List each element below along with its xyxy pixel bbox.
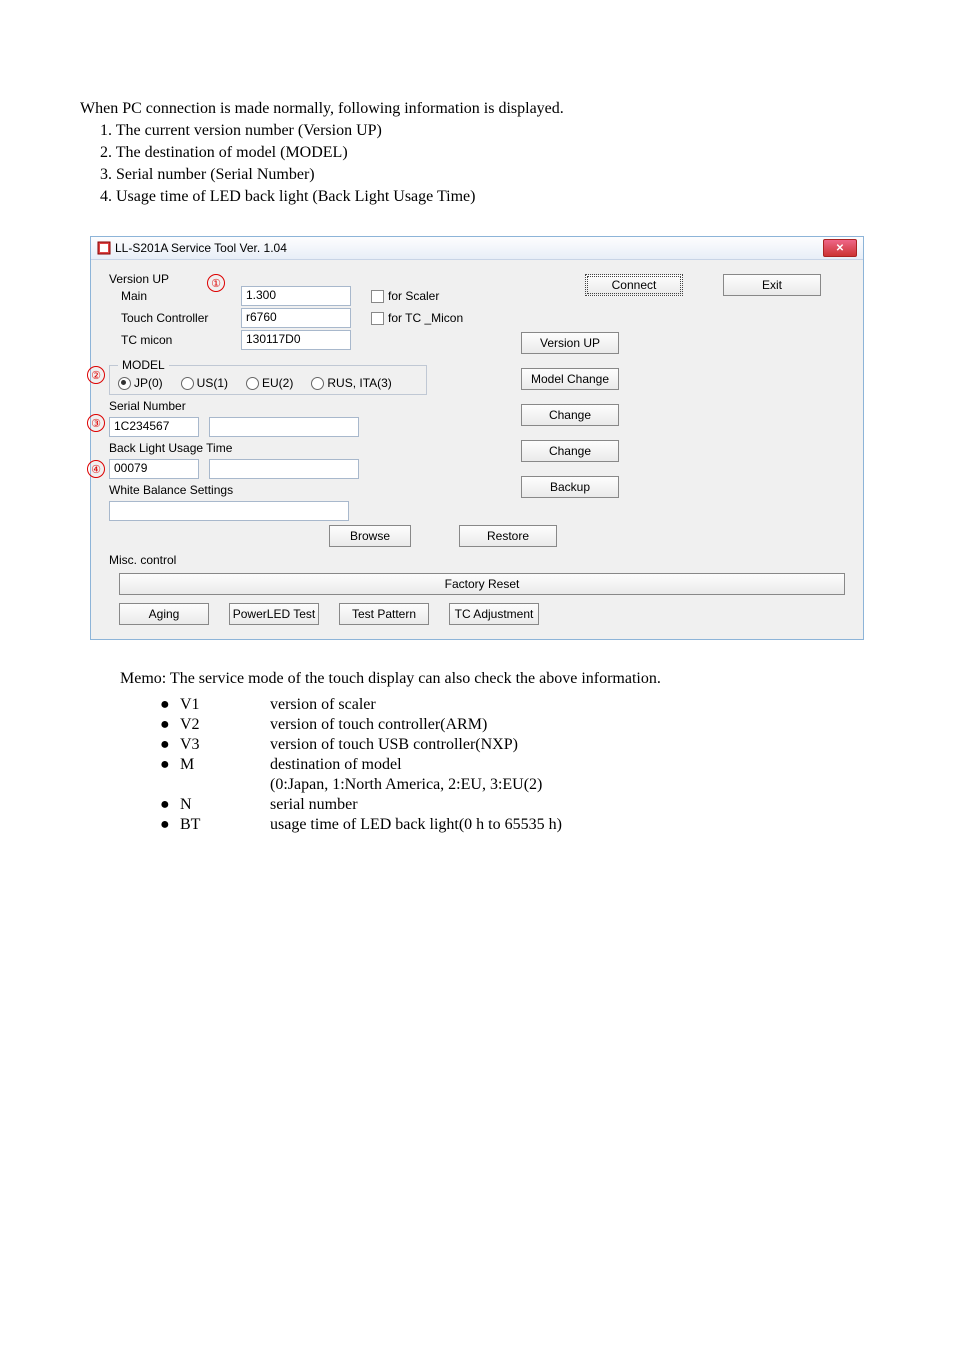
for-tc-micon-label: for TC _Micon xyxy=(388,311,463,325)
tc-micon-field: 130117D0 xyxy=(241,330,351,350)
main-version-field: 1.300 xyxy=(241,286,351,306)
list-item-2: 2. The destination of model (MODEL) xyxy=(100,144,894,162)
annotation-3: ③ xyxy=(87,414,105,432)
def-key-v3: V3 xyxy=(180,736,270,754)
model-jp-label: JP(0) xyxy=(134,376,163,390)
white-balance-label: White Balance Settings xyxy=(109,483,845,497)
def-key-m: M xyxy=(180,756,270,774)
blut-value: 00079 xyxy=(109,459,199,479)
def-key-v1: V1 xyxy=(180,696,270,714)
bullet-icon: ● xyxy=(160,716,180,734)
test-pattern-button[interactable]: Test Pattern xyxy=(339,603,429,625)
def-desc-v3: version of touch USB controller(NXP) xyxy=(270,736,894,754)
serial-number-input[interactable] xyxy=(209,417,359,437)
serial-change-button[interactable]: Change xyxy=(521,404,619,426)
blut-change-button[interactable]: Change xyxy=(521,440,619,462)
blut-label: Back Light Usage Time xyxy=(109,441,845,455)
def-desc-v2: version of touch controller(ARM) xyxy=(270,716,894,734)
for-scaler-label: for Scaler xyxy=(388,289,439,303)
bullet-icon: ● xyxy=(160,796,180,814)
def-desc-m: destination of model xyxy=(270,756,894,774)
tc-micon-label: TC micon xyxy=(109,333,241,347)
tc-adjustment-button[interactable]: TC Adjustment xyxy=(449,603,539,625)
for-tc-micon-checkbox[interactable] xyxy=(371,312,384,325)
bullet-icon: ● xyxy=(160,816,180,834)
def-desc-v1: version of scaler xyxy=(270,696,894,714)
def-desc-m2: (0:Japan, 1:North America, 2:EU, 3:EU(2) xyxy=(270,776,894,794)
model-eu-label: EU(2) xyxy=(262,376,293,390)
factory-reset-button[interactable]: Factory Reset xyxy=(119,573,845,595)
model-legend: MODEL xyxy=(118,358,169,372)
serial-number-value: 1C234567 xyxy=(109,417,199,437)
list-item-3: 3. Serial number (Serial Number) xyxy=(100,166,894,184)
aging-button[interactable]: Aging xyxy=(119,603,209,625)
model-rus-label: RUS, ITA(3) xyxy=(327,376,391,390)
restore-button[interactable]: Restore xyxy=(459,525,557,547)
def-key-v2: V2 xyxy=(180,716,270,734)
model-eu-radio[interactable]: EU(2) xyxy=(246,376,293,390)
bullet-icon: ● xyxy=(160,756,180,774)
memo-text: Memo: The service mode of the touch disp… xyxy=(120,670,834,688)
serial-number-label: Serial Number xyxy=(109,399,845,413)
model-rus-radio[interactable]: RUS, ITA(3) xyxy=(311,376,391,390)
bullet-icon: ● xyxy=(160,736,180,754)
list-item-4: 4. Usage time of LED back light (Back Li… xyxy=(100,188,894,206)
close-icon[interactable]: ✕ xyxy=(823,239,857,257)
main-label: Main xyxy=(109,289,241,303)
touch-controller-label: Touch Controller xyxy=(109,311,241,325)
blut-input[interactable] xyxy=(209,459,359,479)
misc-control-label: Misc. control xyxy=(109,553,845,567)
white-balance-path-input[interactable] xyxy=(109,501,349,521)
model-jp-radio[interactable]: JP(0) xyxy=(118,376,163,390)
def-desc-n: serial number xyxy=(270,796,894,814)
exit-button[interactable]: Exit xyxy=(723,274,821,296)
def-key-bt: BT xyxy=(180,816,270,834)
service-tool-window: LL-S201A Service Tool Ver. 1.04 ✕ ① ② ③ … xyxy=(90,236,864,640)
window-title: LL-S201A Service Tool Ver. 1.04 xyxy=(115,241,287,255)
annotation-2: ② xyxy=(87,366,105,384)
app-icon xyxy=(97,241,111,255)
model-us-label: US(1) xyxy=(197,376,228,390)
list-item-1: 1. The current version number (Version U… xyxy=(100,122,894,140)
model-change-button[interactable]: Model Change xyxy=(521,368,619,390)
version-up-button[interactable]: Version UP xyxy=(521,332,619,354)
annotation-4: ④ xyxy=(87,460,105,478)
bullet-icon: ● xyxy=(160,696,180,714)
version-up-label: Version UP xyxy=(109,272,585,286)
def-key-n: N xyxy=(180,796,270,814)
for-scaler-checkbox[interactable] xyxy=(371,290,384,303)
powerled-test-button[interactable]: PowerLED Test xyxy=(229,603,319,625)
browse-button[interactable]: Browse xyxy=(329,525,411,547)
touch-controller-field: r6760 xyxy=(241,308,351,328)
model-us-radio[interactable]: US(1) xyxy=(181,376,228,390)
def-desc-bt: usage time of LED back light(0 h to 6553… xyxy=(270,816,894,834)
titlebar: LL-S201A Service Tool Ver. 1.04 ✕ xyxy=(91,237,863,260)
backup-button[interactable]: Backup xyxy=(521,476,619,498)
intro-text: When PC connection is made normally, fol… xyxy=(80,100,894,118)
